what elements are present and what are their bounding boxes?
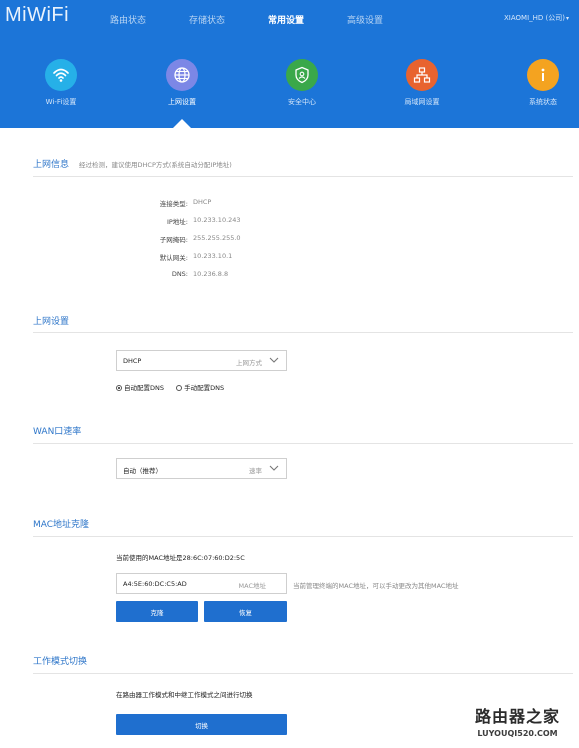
info-label: IP地址: <box>166 218 188 226</box>
mac-note: 当前管理终端的MAC地址，可以手动更改为其他MAC地址 <box>293 582 459 590</box>
dns-options: 自动配置DNS 手动配置DNS <box>116 382 224 392</box>
nav-advanced-settings[interactable]: 高级设置 <box>347 13 383 26</box>
globe-icon <box>166 59 198 91</box>
dns-manual-radio[interactable]: 手动配置DNS <box>176 384 224 392</box>
nav-router-status[interactable]: 路由状态 <box>110 13 146 26</box>
tile-security-center[interactable]: 安全中心 <box>272 59 332 107</box>
info-label: 默认网关: <box>159 254 188 262</box>
watermark-cn: 路由器之家 <box>474 707 560 726</box>
section-title-mac-clone: MAC地址克隆 <box>33 520 90 530</box>
network-icon <box>406 59 438 91</box>
section-description: 经过检测，建议使用DHCP方式(系统自动分配IP地址) <box>79 161 232 169</box>
info-label: 连接类型: <box>159 200 188 208</box>
section-title-internet-info: 上网信息 经过检测，建议使用DHCP方式(系统自动分配IP地址) <box>33 157 232 170</box>
chevron-down-icon <box>269 465 279 471</box>
select-hint: 上网方式 <box>236 359 262 367</box>
watermark-en: LUYOUQI520.COM <box>477 729 558 738</box>
info-value: 255.255.255.0 <box>193 234 241 242</box>
nav-common-settings[interactable]: 常用设置 <box>268 13 304 26</box>
section-title-text: 上网信息 <box>33 160 70 170</box>
radio-label: 自动配置DNS <box>124 384 164 392</box>
restore-button[interactable]: 恢复 <box>204 601 287 622</box>
user-menu[interactable]: XIAOMI_HD (公司)▾ <box>504 13 569 23</box>
section-title-work-mode: 工作模式切换 <box>33 657 88 667</box>
info-value: 10.236.8.8 <box>193 270 229 278</box>
tile-label: 局域网设置 <box>404 98 440 106</box>
info-value: 10.233.10.1 <box>193 252 233 260</box>
select-value: 自动（推荐） <box>123 467 162 475</box>
tile-label: 上网设置 <box>168 98 196 106</box>
site-watermark: 路由器之家 LUYOUQI520.COM <box>456 703 579 748</box>
switch-mode-button[interactable]: 切换 <box>116 714 287 735</box>
tile-label: Wi-Fi设置 <box>45 98 77 106</box>
divider <box>33 673 573 674</box>
radio-label: 手动配置DNS <box>184 384 225 392</box>
info-label: DNS: <box>171 270 188 278</box>
current-mac-text: 当前使用的MAC地址是28:6C:07:60:D2:5C <box>116 554 245 562</box>
select-value: DHCP <box>123 357 142 365</box>
active-tile-pointer <box>173 119 191 128</box>
chevron-down-icon: ▾ <box>565 15 569 22</box>
clone-button[interactable]: 克隆 <box>116 601 198 622</box>
connection-mode-select[interactable]: DHCP 上网方式 <box>116 350 287 371</box>
divider <box>33 443 573 444</box>
divider <box>33 332 573 333</box>
info-label: 子网掩码: <box>159 236 188 244</box>
info-value: 10.233.10.243 <box>193 216 241 224</box>
divider <box>33 536 573 537</box>
mac-address-input[interactable]: A4:5E:60:DC:C5:AD MAC地址 <box>116 573 287 594</box>
dns-auto-radio[interactable]: 自动配置DNS <box>116 384 164 392</box>
section-title-wan-speed: WAN口速率 <box>33 427 82 437</box>
input-value: A4:5E:60:DC:C5:AD <box>123 580 187 588</box>
shield-icon <box>286 59 318 91</box>
divider <box>33 176 573 177</box>
tile-lan-settings[interactable]: 局域网设置 <box>392 59 452 107</box>
select-hint: 速率 <box>249 467 262 475</box>
tile-internet-settings[interactable]: 上网设置 <box>152 59 212 107</box>
wan-speed-select[interactable]: 自动（推荐） 速率 <box>116 458 287 479</box>
section-title-internet-settings: 上网设置 <box>33 317 70 327</box>
wifi-icon <box>45 59 77 91</box>
top-nav: 路由状态 存储状态 常用设置 高级设置 <box>0 13 579 27</box>
chevron-down-icon <box>269 357 279 363</box>
settings-panel <box>4 128 579 748</box>
work-mode-description: 在路由器工作模式和中继工作模式之间进行切换 <box>116 691 253 699</box>
info-icon <box>527 59 559 91</box>
input-hint: MAC地址 <box>238 582 266 590</box>
radio-unchecked-icon <box>176 385 183 391</box>
tile-wifi-settings[interactable]: Wi-Fi设置 <box>31 59 91 107</box>
radio-checked-icon <box>116 385 122 391</box>
tile-label: 安全中心 <box>288 98 316 106</box>
nav-storage-status[interactable]: 存储状态 <box>189 13 225 26</box>
tile-system-status[interactable]: 系统状态 <box>513 59 573 107</box>
info-value: DHCP <box>193 198 212 206</box>
user-name: XIAOMI_HD (公司) <box>504 14 565 22</box>
header-bar: MiWiFi 路由状态 存储状态 常用设置 高级设置 XIAOMI_HD (公司… <box>0 0 579 128</box>
tile-label: 系统状态 <box>529 98 557 106</box>
